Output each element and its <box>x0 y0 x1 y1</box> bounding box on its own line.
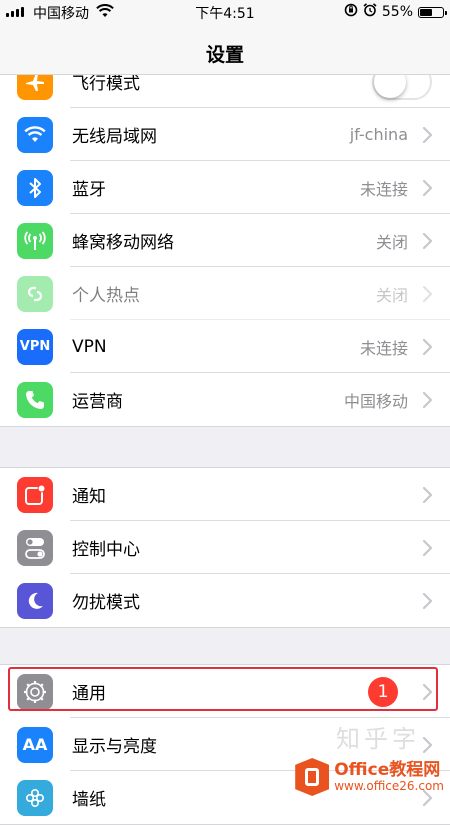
orientation-lock-icon <box>344 3 358 21</box>
wifi-icon <box>17 116 53 153</box>
connectivity-group: 飞行模式 无线局域网 jf-china 蓝牙 未连接 蜂窝移动网络 关闭 个人热点 关闭 VPN V… <box>0 54 450 427</box>
settings-row-phone[interactable]: 运营商 中国移动 <box>0 373 450 426</box>
status-bar: 中国移动 下午4:51 55% <box>0 0 450 26</box>
watermark-url: www.office26.com <box>334 778 444 793</box>
row-label: 无线局域网 <box>72 127 157 147</box>
battery-icon <box>418 6 447 18</box>
chevron-right-icon <box>422 592 433 609</box>
row-label: 蓝牙 <box>72 180 106 200</box>
gear-icon <box>17 673 53 710</box>
vpn-icon: VPN <box>17 328 53 365</box>
row-label: VPN <box>72 336 107 357</box>
notification-icon <box>17 476 53 513</box>
row-label: 运营商 <box>72 392 123 412</box>
row-label: 显示与亮度 <box>72 737 157 757</box>
chevron-right-icon <box>422 232 433 249</box>
control-center-icon <box>17 529 53 566</box>
phone-icon <box>17 381 53 418</box>
row-value: 关闭 <box>375 232 408 252</box>
status-right: 55% <box>344 3 447 21</box>
settings-row-notification[interactable]: 通知 <box>0 468 450 521</box>
chevron-right-icon <box>422 338 433 355</box>
chevron-right-icon <box>422 539 433 556</box>
settings-row-moon[interactable]: 勿扰模式 <box>0 574 450 627</box>
watermark-name: Office教程网 <box>334 759 441 780</box>
bluetooth-icon <box>17 169 53 206</box>
row-label: 控制中心 <box>72 540 140 560</box>
alarm-icon <box>363 3 377 21</box>
cellular-icon <box>17 222 53 259</box>
settings-row-wifi[interactable]: 无线局域网 jf-china <box>0 108 450 161</box>
notifications-group: 通知控制中心勿扰模式 <box>0 467 450 628</box>
watermark: Office教程网 www.office26.com <box>295 758 444 796</box>
chevron-right-icon <box>422 179 433 196</box>
chevron-right-icon <box>422 285 433 302</box>
battery-percent: 55% <box>381 4 413 20</box>
wallpaper-icon <box>17 779 53 816</box>
settings-row-cellular[interactable]: 蜂窝移动网络 关闭 <box>0 214 450 267</box>
display-icon: AA <box>17 726 53 763</box>
notification-badge: 1 <box>368 676 398 707</box>
row-label: 通知 <box>72 487 106 507</box>
chevron-right-icon <box>422 126 433 143</box>
settings-row-vpn[interactable]: VPN VPN 未连接 <box>0 320 450 373</box>
page-title: 设置 <box>205 44 244 66</box>
watermark-faint-text: 知乎字 <box>336 725 420 753</box>
chevron-right-icon <box>422 391 433 408</box>
row-value: 未连接 <box>359 179 408 199</box>
chevron-right-icon <box>422 486 433 503</box>
hotspot-icon <box>17 275 53 312</box>
row-value: 未连接 <box>359 338 408 358</box>
settings-row-gear[interactable]: 通用 1 <box>0 665 450 718</box>
settings-row-bluetooth[interactable]: 蓝牙 未连接 <box>0 161 450 214</box>
top-bar: 中国移动 下午4:51 55% 设置 <box>0 0 450 75</box>
chevron-right-icon <box>422 736 433 753</box>
row-label: 蜂窝移动网络 <box>72 233 174 253</box>
chevron-right-icon <box>422 683 433 700</box>
row-label: 个人热点 <box>72 286 140 306</box>
row-label: 墙纸 <box>72 790 106 810</box>
office-logo-icon <box>295 758 330 796</box>
row-label: 通用 <box>72 684 106 704</box>
row-label: 勿扰模式 <box>72 593 140 613</box>
row-value: 关闭 <box>375 285 408 305</box>
moon-icon <box>17 582 53 619</box>
row-value: jf-china <box>349 125 408 144</box>
row-value: 中国移动 <box>343 391 408 411</box>
settings-row-hotspot[interactable]: 个人热点 关闭 <box>0 267 450 320</box>
settings-row-control-center[interactable]: 控制中心 <box>0 521 450 574</box>
